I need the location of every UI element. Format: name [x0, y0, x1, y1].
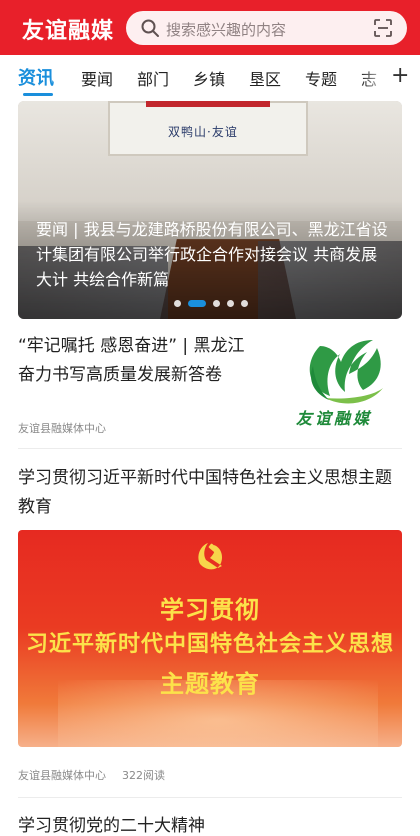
article-source: 友谊县融媒体中心: [18, 769, 106, 782]
article-read-count: 322阅读: [122, 769, 165, 782]
poster-line-2: 习近平新时代中国特色社会主义思想: [25, 632, 394, 657]
carousel-dot[interactable]: [174, 299, 181, 307]
top-header: 友谊融媒 搜索感兴趣的内容: [0, 0, 420, 55]
carousel-dot[interactable]: [227, 299, 234, 307]
party-emblem-icon: [198, 543, 222, 570]
channel-tabs: 资讯 要闻 部门 乡镇 垦区 专题 志 +: [0, 55, 420, 99]
article-title[interactable]: “牢记嘱托 感恩奋进” | 黑龙江奋力书写高质量发展新答卷: [18, 332, 256, 390]
search-bar[interactable]: 搜索感兴趣的内容: [126, 11, 407, 45]
tab-bumen[interactable]: 部门: [137, 66, 169, 90]
search-icon: [141, 19, 159, 37]
carousel-indicator: [174, 299, 248, 307]
article-title[interactable]: 学习贯彻党的二十大精神: [18, 812, 402, 836]
tab-zixun[interactable]: 资讯: [18, 64, 54, 90]
list-divider: [18, 448, 402, 449]
banner-photo-sign: 双鸭山·友谊: [168, 125, 238, 139]
active-tab-indicator: [23, 93, 53, 96]
carousel-dot[interactable]: [213, 299, 220, 307]
poster-line-1: 学习贯彻: [160, 596, 260, 624]
scan-icon[interactable]: [373, 18, 393, 38]
tab-yaowen[interactable]: 要闻: [81, 66, 113, 90]
banner-caption[interactable]: 要闻 | 我县与龙建路桥股份有限公司、黑龙江省设计集团有限公司举行政企合作对接会…: [36, 217, 388, 292]
article-title[interactable]: 学习贯彻习近平新时代中国特色社会主义思想主题教育: [18, 464, 402, 522]
banner-photo-banner: [146, 101, 270, 107]
article-poster-image[interactable]: 学习贯彻 习近平新时代中国特色社会主义思想 主题教育: [18, 530, 402, 747]
tab-fade: [360, 55, 390, 99]
search-placeholder[interactable]: 搜索感兴趣的内容: [166, 19, 286, 40]
list-divider: [18, 797, 402, 798]
poster-line-3: 主题教育: [160, 670, 260, 698]
tab-kenqu[interactable]: 垦区: [249, 66, 281, 90]
news-banner-carousel[interactable]: 双鸭山·友谊 要闻 | 我县与龙建路桥股份有限公司、黑龙江省设计集团有限公司举行…: [18, 101, 402, 319]
tab-xiangzhen[interactable]: 乡镇: [193, 66, 225, 90]
logo-wordmark: 友谊融媒: [296, 409, 373, 428]
tab-zhuanti[interactable]: 专题: [305, 66, 337, 90]
carousel-dot-active[interactable]: [188, 299, 206, 307]
app-title: 友谊融媒: [22, 19, 115, 44]
carousel-dot[interactable]: [241, 299, 248, 307]
add-channel-icon[interactable]: +: [391, 63, 409, 88]
article-source: 友谊县融媒体中心: [18, 422, 106, 435]
